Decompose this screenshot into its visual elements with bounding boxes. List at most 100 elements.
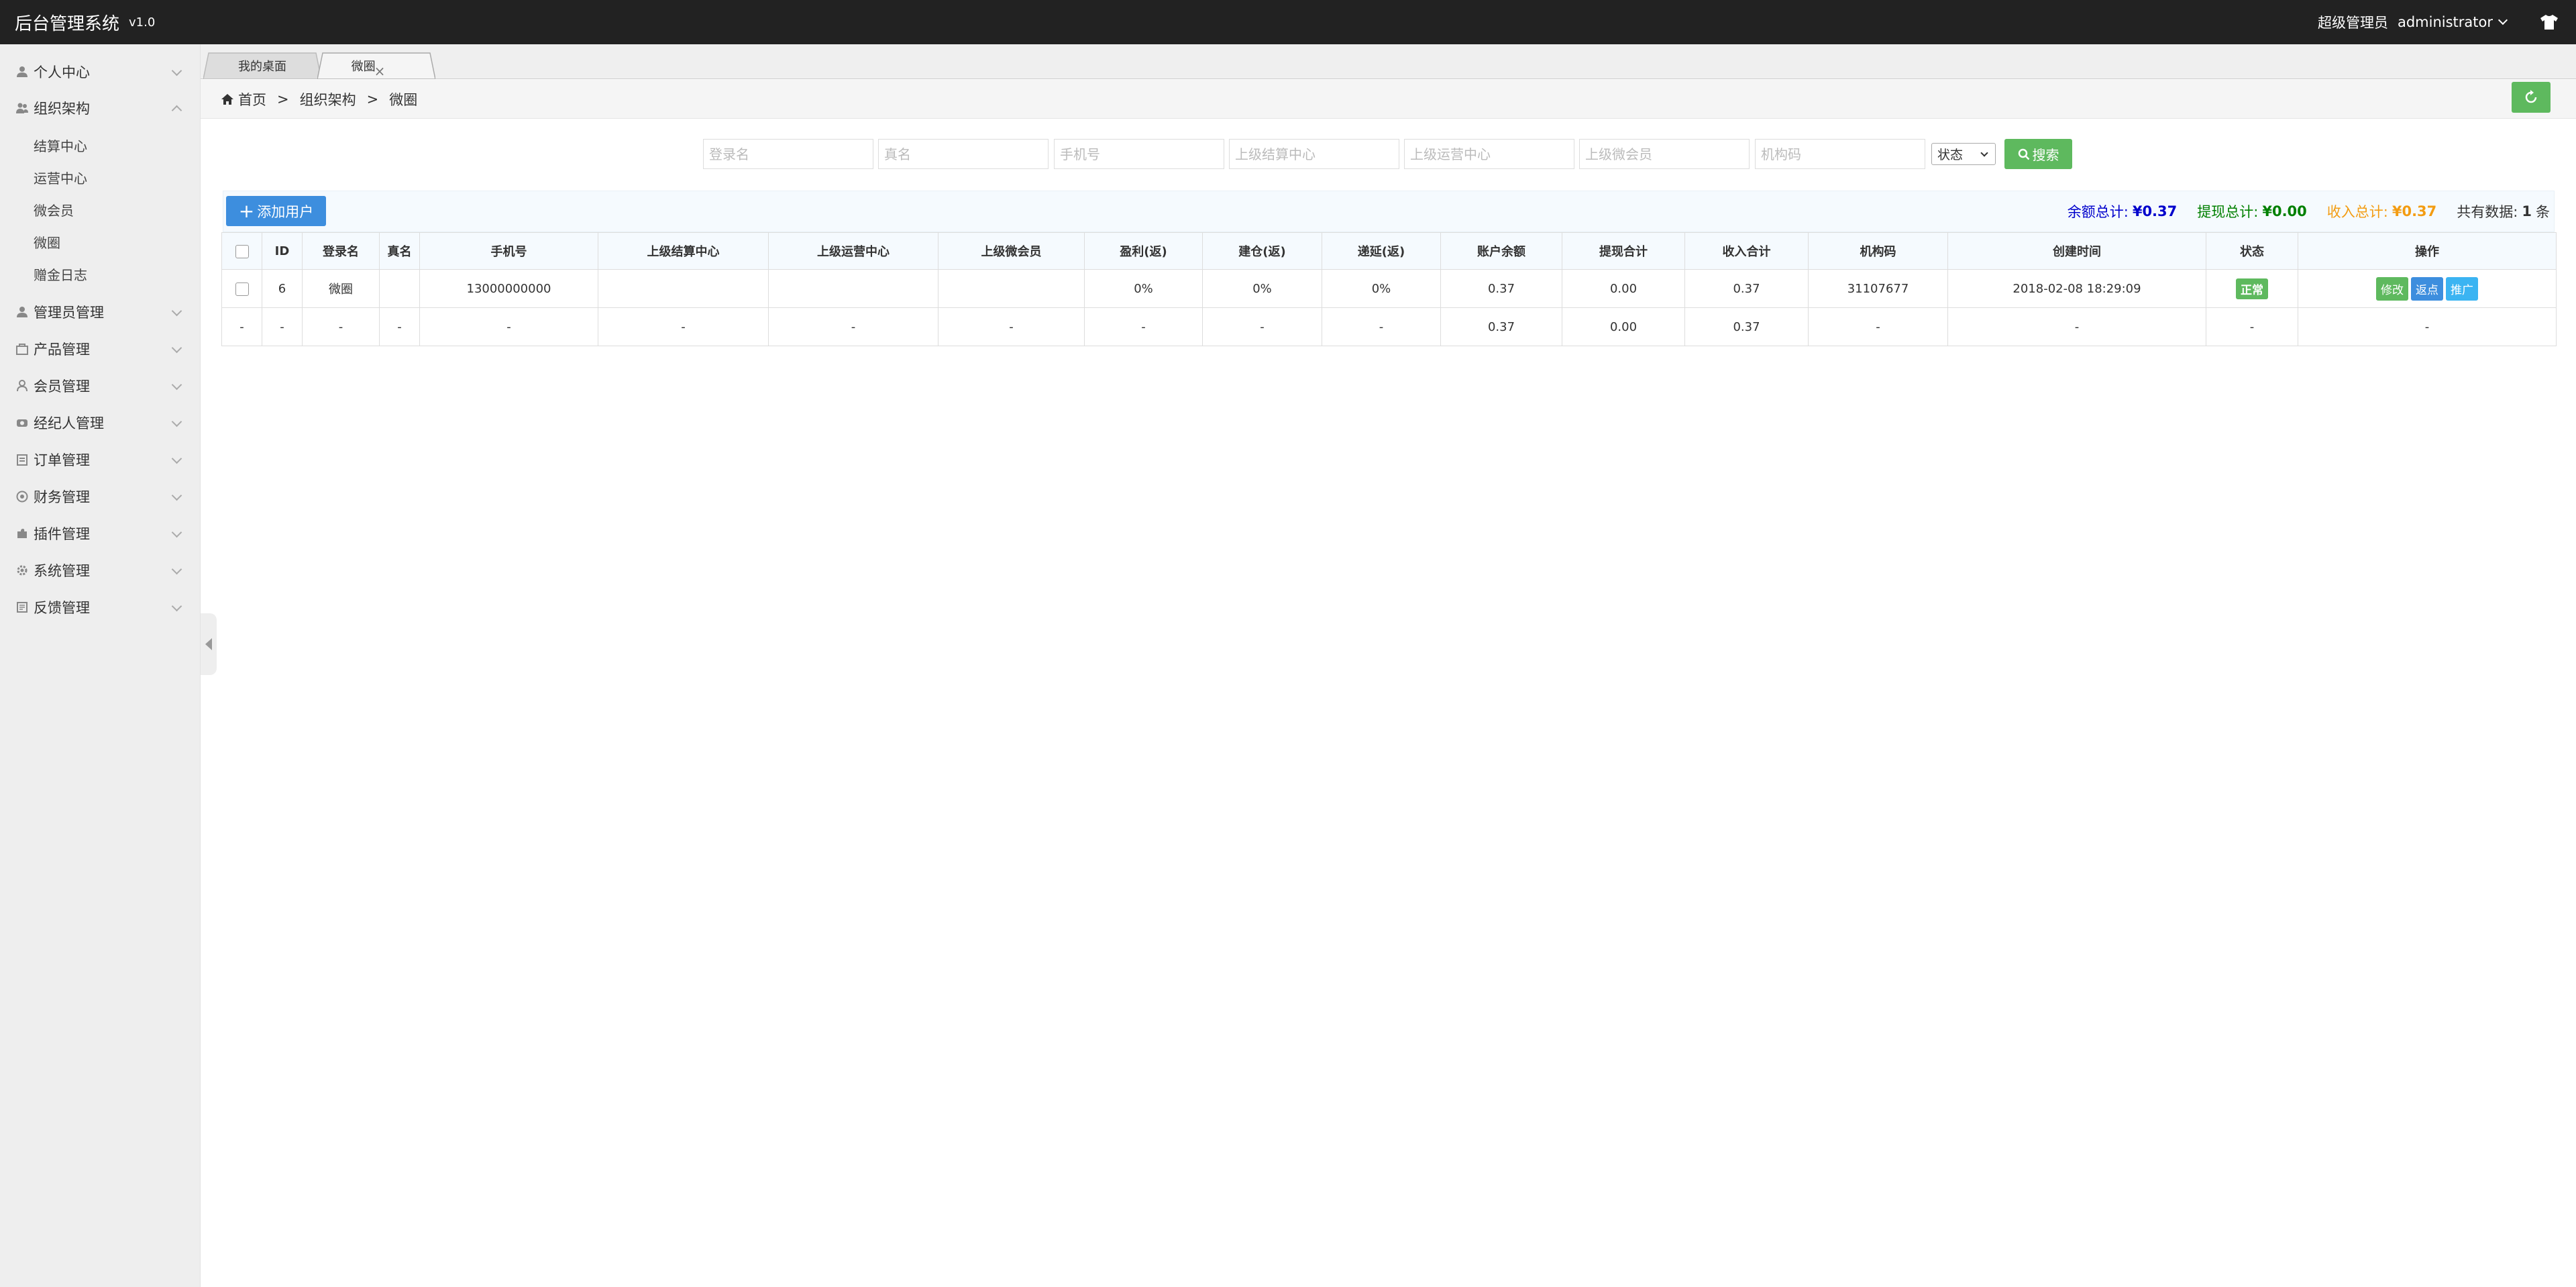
- chevron-down-icon: [171, 305, 182, 317]
- sidebar-subitem-bonus-log[interactable]: 赠金日志: [0, 258, 201, 290]
- summary-cell: -: [2206, 307, 2298, 346]
- sidebar-item-plugin-management[interactable]: 插件管理: [0, 515, 201, 552]
- chevron-down-icon: [171, 564, 182, 575]
- record-count-label: 共有数据:: [2457, 204, 2518, 220]
- sidebar-item-order-management[interactable]: 订单管理: [0, 442, 201, 478]
- status-select[interactable]: 状态: [1931, 143, 1996, 165]
- chevron-down-icon: [171, 490, 182, 501]
- summary-cell: -: [1947, 307, 2206, 346]
- cell-status: 正常: [2206, 269, 2298, 308]
- sidebar-collapse-toggle[interactable]: [201, 613, 217, 675]
- col-header-balance: 账户余额: [1440, 232, 1562, 270]
- col-header-withdraw-total: 提现合计: [1562, 232, 1685, 270]
- settle-center-input[interactable]: [1229, 139, 1399, 169]
- sidebar-subitem-settlement-center[interactable]: 结算中心: [0, 129, 201, 161]
- search-button[interactable]: 搜索: [2004, 139, 2072, 169]
- summary-cell: -: [262, 307, 303, 346]
- cell-phone: 13000000000: [419, 269, 598, 308]
- sidebar-item-system-management[interactable]: 系统管理: [0, 552, 201, 588]
- add-user-button[interactable]: + 添加用户: [226, 196, 326, 226]
- tab-bar: 我的桌面 微圈 ×: [201, 44, 2576, 79]
- top-header: 后台管理系统 v1.0 超级管理员 administrator: [0, 0, 2576, 44]
- tab-micro-circle[interactable]: 微圈 ×: [317, 52, 435, 79]
- chevron-down-icon: [171, 65, 182, 76]
- balance-total-value: ¥0.37: [2132, 203, 2178, 219]
- login-name-input[interactable]: [703, 139, 873, 169]
- sidebar-item-feedback-management[interactable]: 反馈管理: [0, 589, 201, 625]
- tshirt-icon[interactable]: [2540, 14, 2559, 30]
- box-icon: [16, 343, 28, 355]
- real-name-input[interactable]: [878, 139, 1049, 169]
- sidebar-subitem-operation-center[interactable]: 运营中心: [0, 161, 201, 193]
- summary-balance: 0.37: [1440, 307, 1562, 346]
- sidebar-item-label: 反馈管理: [34, 600, 90, 616]
- tab-label: 微圈: [351, 59, 376, 74]
- sidebar-item-member-management[interactable]: 会员管理: [0, 368, 201, 404]
- cell-real-name: [379, 269, 420, 308]
- cell-income-total: 0.37: [1684, 269, 1809, 308]
- org-code-input[interactable]: [1755, 139, 1925, 169]
- micro-member-input[interactable]: [1579, 139, 1750, 169]
- col-header-micro-member: 上级微会员: [938, 232, 1085, 270]
- search-button-label: 搜索: [2032, 147, 2059, 163]
- cell-build-rebate: 0%: [1202, 269, 1322, 308]
- sidebar-subitem-micro-circle[interactable]: 微圈: [0, 225, 201, 258]
- sidebar: 个人中心 组织架构 结算中心 运营中心 微会员 微圈 赠金日志 管理员管理 产品…: [0, 44, 201, 1287]
- edit-button[interactable]: 修改: [2376, 276, 2408, 301]
- sidebar-item-product-management[interactable]: 产品管理: [0, 331, 201, 367]
- col-header-login-name: 登录名: [302, 232, 380, 270]
- sidebar-item-personal-center[interactable]: 个人中心: [0, 54, 201, 90]
- row-checkbox[interactable]: [235, 282, 249, 296]
- summary-cell: -: [302, 307, 380, 346]
- brand[interactable]: 后台管理系统 v1.0: [15, 0, 155, 44]
- broker-icon: [16, 417, 28, 429]
- col-header-status: 状态: [2206, 232, 2298, 270]
- rebate-button[interactable]: 返点: [2411, 276, 2443, 301]
- summary-cell: -: [598, 307, 769, 346]
- gear-icon: [16, 564, 28, 576]
- tab-my-desktop[interactable]: 我的桌面: [203, 52, 321, 79]
- phone-input[interactable]: [1054, 139, 1224, 169]
- user-menu[interactable]: administrator: [2398, 14, 2493, 30]
- status-select-value: 状态: [1937, 148, 1964, 162]
- org-icon: [16, 102, 28, 114]
- select-all-checkbox[interactable]: [235, 244, 249, 258]
- sidebar-item-broker-management[interactable]: 经纪人管理: [0, 405, 201, 441]
- col-header-ops-center: 上级运营中心: [768, 232, 938, 270]
- chevron-down-icon: [171, 416, 182, 427]
- summary-cell: -: [938, 307, 1085, 346]
- sidebar-item-finance-management[interactable]: 财务管理: [0, 478, 201, 515]
- sidebar-item-admin-management[interactable]: 管理员管理: [0, 294, 201, 330]
- sidebar-item-label: 组织架构: [34, 101, 90, 117]
- sidebar-item-organization[interactable]: 组织架构: [0, 90, 201, 126]
- sidebar-item-label: 管理员管理: [34, 305, 104, 321]
- col-header-profit-rebate: 盈利(返): [1084, 232, 1203, 270]
- sidebar-item-label: 会员管理: [34, 378, 90, 395]
- breadcrumb-separator: >: [277, 91, 289, 107]
- balance-total-label: 余额总计:: [2067, 204, 2129, 220]
- col-header-real-name: 真名: [379, 232, 420, 270]
- sidebar-item-label: 产品管理: [34, 342, 90, 358]
- chevron-left-icon: [205, 638, 212, 650]
- cell-id: 6: [262, 269, 303, 308]
- chevron-down-icon: [171, 342, 182, 354]
- refresh-button[interactable]: [2512, 82, 2551, 113]
- cell-created-at: 2018-02-08 18:29:09: [1947, 269, 2206, 308]
- chevron-down-icon[interactable]: [2498, 15, 2508, 25]
- record-count-value: 1: [2522, 203, 2532, 219]
- sidebar-item-label: 插件管理: [34, 526, 90, 542]
- promote-button[interactable]: 推广: [2446, 276, 2478, 301]
- breadcrumb-current: 微圈: [389, 91, 418, 108]
- summary-cell: -: [419, 307, 598, 346]
- breadcrumb-home[interactable]: 首页: [238, 89, 266, 109]
- summary-cell: -: [768, 307, 938, 346]
- user-role: 超级管理员: [2317, 15, 2388, 31]
- user-icon: [16, 66, 28, 78]
- plus-icon: +: [238, 199, 255, 222]
- user-icon: [16, 306, 28, 318]
- close-icon[interactable]: ×: [374, 63, 386, 79]
- ops-center-input[interactable]: [1404, 139, 1574, 169]
- summary-income: 0.37: [1684, 307, 1809, 346]
- data-table: ID 登录名 真名 手机号 上级结算中心 上级运营中心 上级微会员 盈利(返) …: [221, 232, 2557, 346]
- sidebar-subitem-micro-member[interactable]: 微会员: [0, 193, 201, 225]
